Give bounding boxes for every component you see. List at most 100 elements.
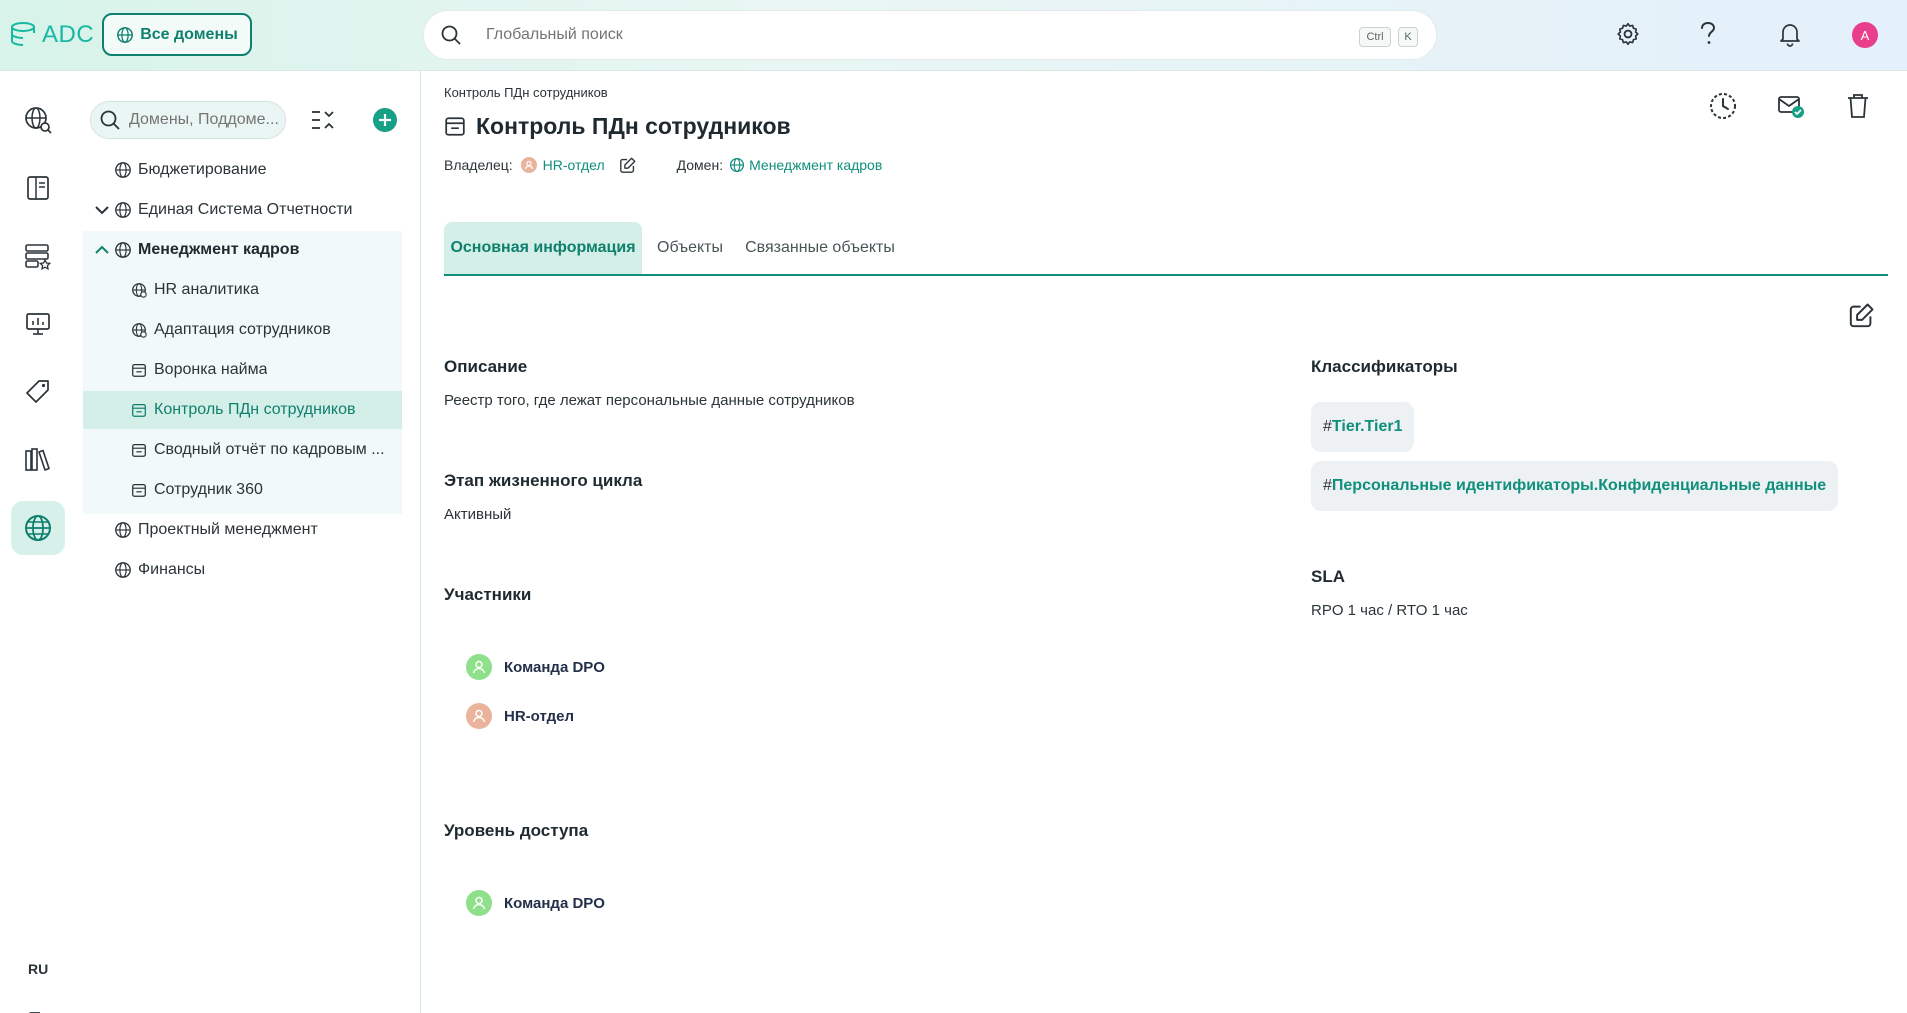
logout-button[interactable]	[11, 995, 65, 1013]
lifecycle-title: Этап жизненного цикла	[444, 471, 643, 490]
classifier-chip[interactable]: # Персональные идентификаторы.Конфиденци…	[1311, 461, 1839, 511]
domain-tree-panel: Бюджетирование Единая Система Отчетности…	[78, 71, 421, 1013]
rail-data-sources[interactable]	[11, 229, 65, 283]
tree-item-selected[interactable]: Контроль ПДн сотрудников	[83, 391, 402, 429]
add-domain-button[interactable]	[371, 106, 399, 134]
tree-item[interactable]: Финансы	[83, 551, 402, 589]
participant-item[interactable]: Команда DPO	[466, 652, 605, 682]
rail-tags[interactable]	[11, 365, 65, 419]
logo-icon	[11, 22, 35, 46]
tab-main-info[interactable]: Основная информация	[444, 222, 642, 274]
globe-icon	[115, 522, 131, 538]
subscribe-button[interactable]	[1774, 89, 1808, 123]
lifecycle-value: Активный	[444, 506, 512, 523]
tree-item[interactable]: Единая Система Отчетности	[83, 191, 402, 229]
domain-link[interactable]: Менеджмент кадров	[749, 157, 882, 173]
monitor-chart-icon	[26, 313, 50, 335]
edit-owner-button[interactable]	[619, 156, 637, 174]
tree-item[interactable]: Адаптация сотрудников	[83, 311, 402, 349]
participant-name: Команда DPO	[504, 658, 605, 676]
page-title: Контроль ПДн сотрудников	[476, 112, 791, 139]
edit-icon	[1849, 303, 1874, 328]
classifier-value: Персональные идентификаторы.Конфиденциал…	[1331, 477, 1827, 494]
settings-button[interactable]	[1610, 16, 1646, 52]
mail-check-icon	[1778, 96, 1804, 118]
tree-item[interactable]: Проектный менеджмент	[83, 511, 402, 549]
chevron-down-icon[interactable]	[91, 205, 113, 215]
library-icon	[25, 448, 50, 471]
help-button[interactable]	[1690, 16, 1726, 52]
shortcut-ctrl-badge: Ctrl	[1359, 27, 1391, 47]
description-text: Реестр того, где лежат персональные данн…	[444, 392, 855, 409]
globe-icon	[729, 157, 745, 173]
tree-item-label: Проектный менеджмент	[138, 521, 318, 538]
user-avatar[interactable]: A	[1852, 22, 1878, 48]
tree-item[interactable]: Сводный отчёт по кадровым ...	[83, 431, 402, 469]
tree-item[interactable]: Менеджмент кадров	[83, 231, 402, 269]
rail-glossary[interactable]	[11, 433, 65, 487]
plus-circle-icon	[373, 108, 397, 132]
sla-value: RPO 1 час / RTO 1 час	[1311, 602, 1468, 619]
top-bar: ADC Все домены Ctrl K	[0, 0, 1907, 71]
rail-dashboards[interactable]	[11, 297, 65, 351]
globe-search-icon	[25, 107, 52, 134]
team-avatar	[466, 703, 492, 729]
description-title: Описание	[444, 357, 528, 376]
tree-search[interactable]	[90, 101, 286, 139]
classifiers-title: Классификаторы	[1311, 357, 1458, 376]
delete-button[interactable]	[1841, 89, 1875, 123]
edit-icon	[619, 157, 636, 173]
data-product-icon	[445, 117, 465, 136]
language-switch[interactable]: RU	[28, 961, 48, 977]
tree-item[interactable]: Бюджетирование	[83, 151, 402, 189]
team-icon	[524, 160, 533, 170]
subdomain-globe-icon	[132, 283, 147, 298]
breadcrumb[interactable]: Контроль ПДн сотрудников	[444, 85, 608, 100]
tree-item-label: Единая Система Отчетности	[138, 201, 353, 218]
rail-catalog[interactable]	[11, 161, 65, 215]
search-icon	[441, 25, 461, 45]
app-logo[interactable]: ADC	[10, 18, 94, 52]
data-product-icon	[132, 483, 146, 497]
subdomain-globe-icon	[132, 323, 147, 338]
edit-info-button[interactable]	[1845, 298, 1879, 332]
tree-item-label: Менеджмент кадров	[138, 241, 300, 258]
hash-symbol: #	[1323, 477, 1332, 494]
participant-name: HR-отдел	[504, 707, 574, 725]
chevron-up-icon[interactable]	[91, 245, 113, 255]
tree-item[interactable]: HR аналитика	[83, 271, 402, 309]
rail-domains[interactable]	[11, 501, 65, 555]
tabs-bar: Основная информация Объекты Связанные об…	[444, 222, 1888, 276]
tree-search-input[interactable]	[129, 111, 279, 129]
tree-item-label: Сводный отчёт по кадровым ...	[154, 441, 385, 458]
servers-star-icon	[25, 244, 52, 270]
globe-icon	[115, 202, 131, 218]
owner-label: Владелец:	[444, 157, 513, 173]
globe-icon	[117, 26, 134, 43]
global-search[interactable]: Ctrl K	[423, 10, 1437, 60]
rail-search-domains[interactable]	[11, 93, 65, 147]
collapse-all-button[interactable]	[308, 105, 338, 135]
classifier-chip[interactable]: # Tier.Tier1	[1311, 402, 1415, 452]
notifications-button[interactable]	[1772, 16, 1808, 52]
history-button[interactable]	[1706, 89, 1740, 123]
tree-item[interactable]: Воронка найма	[83, 351, 402, 389]
access-item[interactable]: Команда DPO	[466, 888, 605, 918]
gear-icon	[1617, 22, 1639, 46]
tag-icon	[26, 380, 49, 403]
data-product-icon	[132, 363, 146, 377]
tree-item[interactable]: Сотрудник 360	[83, 471, 402, 509]
globe-icon	[115, 162, 131, 178]
all-domains-button[interactable]: Все домены	[102, 13, 252, 56]
tab-objects[interactable]: Объекты	[650, 222, 730, 274]
tree-item-label: Контроль ПДн сотрудников	[154, 401, 356, 418]
tree-item-label: Финансы	[138, 561, 206, 578]
tab-related-objects[interactable]: Связанные объекты	[740, 222, 900, 274]
hash-symbol: #	[1323, 418, 1332, 435]
global-search-input[interactable]	[486, 26, 1306, 44]
domain-label: Домен:	[676, 157, 724, 173]
owner-link[interactable]: HR-отдел	[543, 157, 605, 173]
globe-icon	[115, 242, 131, 258]
participant-item[interactable]: HR-отдел	[466, 701, 574, 731]
data-product-icon	[132, 403, 146, 417]
